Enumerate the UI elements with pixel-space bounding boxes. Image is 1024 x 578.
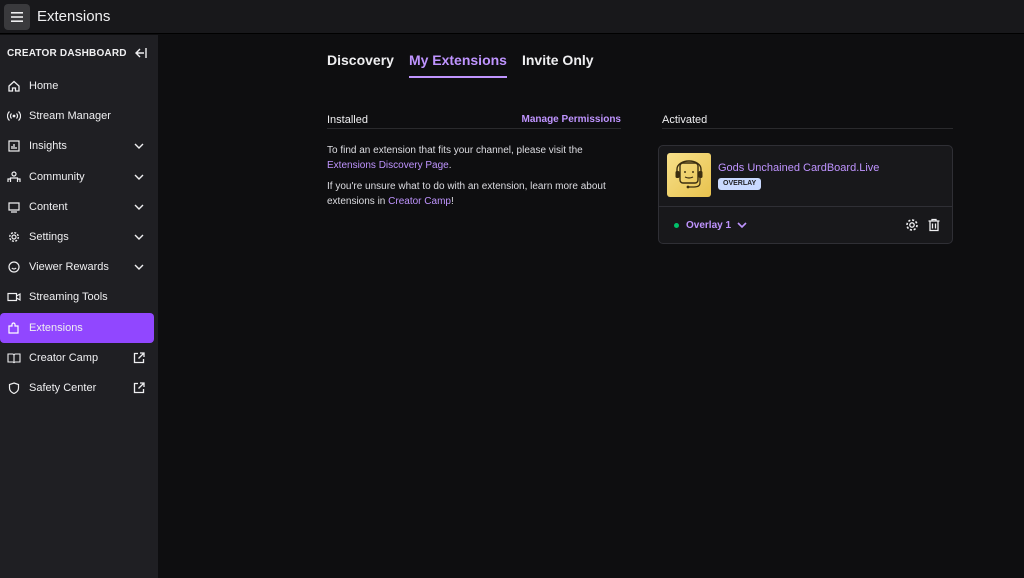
book-icon	[7, 353, 21, 364]
gear-icon	[8, 232, 20, 243]
sidebar-item-label: Home	[29, 80, 59, 93]
installed-section: Installed Manage Permissions To find an …	[327, 111, 621, 209]
sidebar-item-creator-camp[interactable]: Creator Camp	[0, 343, 154, 373]
content-icon	[8, 202, 20, 213]
sidebar-item-community[interactable]: Community	[0, 162, 154, 192]
extension-thumbnail	[667, 153, 711, 197]
chevron-down-icon	[134, 234, 144, 241]
gear-icon	[906, 219, 918, 231]
extension-card: Gods Unchained CardBoard.Live OVERLAY Ov…	[658, 145, 953, 244]
sidebar-item-label: Safety Center	[29, 381, 97, 394]
hamburger-icon	[11, 11, 23, 22]
hint-text: If you're unsure what to do with an exte…	[327, 181, 606, 207]
external-link-icon	[133, 352, 145, 363]
tab-my-extensions[interactable]: My Extensions	[408, 52, 507, 78]
sidebar-item-label: Creator Camp	[29, 351, 99, 364]
home-icon	[8, 80, 20, 92]
headset-face-icon	[675, 160, 703, 189]
hint-text: To find an extension that fits your chan…	[327, 145, 583, 156]
collapse-left-icon	[135, 48, 147, 58]
sidebar-item-label: Streaming Tools	[29, 291, 108, 304]
overlay-slot-dropdown[interactable]: Overlay 1	[686, 219, 748, 231]
camera-icon	[7, 293, 21, 302]
sidebar-item-label: Viewer Rewards	[29, 261, 109, 274]
page-title: Extensions	[37, 8, 111, 25]
sidebar-item-settings[interactable]: Settings	[0, 222, 154, 252]
sidebar-item-label: Settings	[29, 231, 69, 244]
sidebar-header: CREATOR DASHBOARD	[0, 35, 158, 71]
creator-camp-link[interactable]: Creator Camp	[388, 196, 451, 207]
activated-section: Activated	[662, 111, 953, 129]
extension-card-footer: Overlay 1	[659, 207, 952, 243]
people-icon	[7, 171, 21, 182]
installed-heading: Installed	[327, 113, 368, 126]
sidebar-item-viewer-rewards[interactable]: Viewer Rewards	[0, 252, 154, 282]
sidebar-item-content[interactable]: Content	[0, 192, 154, 222]
extension-type-badge: OVERLAY	[718, 178, 762, 190]
sidebar: CREATOR DASHBOARD Home Stream Manager In…	[0, 35, 158, 578]
discovery-hint-text: To find an extension that fits your chan…	[327, 143, 621, 173]
chart-icon	[8, 140, 20, 153]
sidebar-item-label: Insights	[29, 140, 67, 153]
extension-card-header: Gods Unchained CardBoard.Live OVERLAY	[659, 146, 952, 207]
external-link-icon	[133, 382, 145, 394]
extension-name-link[interactable]: Gods Unchained CardBoard.Live	[718, 162, 879, 174]
smiley-icon	[8, 261, 20, 273]
chevron-down-icon	[134, 204, 144, 210]
puzzle-icon	[8, 322, 19, 334]
sidebar-item-insights[interactable]: Insights	[0, 131, 154, 161]
shield-icon	[8, 382, 20, 394]
hint-punct: .	[448, 160, 452, 171]
chevron-down-icon	[134, 143, 144, 150]
creator-camp-hint-text: If you're unsure what to do with an exte…	[327, 179, 621, 209]
manage-permissions-link[interactable]: Manage Permissions	[522, 114, 621, 125]
extension-settings-button[interactable]	[905, 218, 919, 232]
broadcast-icon	[7, 111, 21, 122]
extension-delete-button[interactable]	[927, 218, 941, 232]
chevron-down-icon	[134, 174, 144, 180]
sidebar-item-extensions[interactable]: Extensions	[0, 312, 154, 343]
sidebar-item-stream-manager[interactable]: Stream Manager	[0, 101, 154, 131]
tab-invite-only[interactable]: Invite Only	[522, 52, 594, 78]
chevron-down-icon	[737, 222, 747, 229]
overlay-slot-label: Overlay 1	[686, 219, 732, 231]
activated-heading: Activated	[662, 113, 708, 126]
sidebar-item-streaming-tools[interactable]: Streaming Tools	[0, 282, 154, 312]
tab-discovery[interactable]: Discovery	[327, 52, 394, 78]
hint-punct: !	[450, 196, 454, 207]
chevron-down-icon	[134, 264, 144, 271]
sidebar-item-label: Content	[29, 200, 68, 213]
sidebar-item-label: Community	[29, 170, 85, 183]
extensions-discovery-link[interactable]: Extensions Discovery Page	[327, 160, 449, 171]
activated-header: Activated	[662, 111, 953, 129]
sidebar-item-label: Extensions	[29, 321, 83, 334]
sidebar-item-safety-center[interactable]: Safety Center	[0, 373, 154, 403]
installed-header: Installed Manage Permissions	[327, 111, 621, 129]
trash-icon	[928, 218, 940, 232]
sidebar-item-home[interactable]: Home	[0, 71, 154, 101]
sidebar-item-label: Stream Manager	[29, 110, 111, 123]
active-status-dot	[674, 223, 679, 228]
top-bar: Extensions	[0, 0, 1024, 34]
collapse-sidebar-button[interactable]	[134, 46, 148, 60]
sidebar-heading: CREATOR DASHBOARD	[7, 47, 127, 59]
extension-tabs: Discovery My Extensions Invite Only	[327, 52, 609, 78]
hamburger-menu-button[interactable]	[4, 3, 30, 30]
